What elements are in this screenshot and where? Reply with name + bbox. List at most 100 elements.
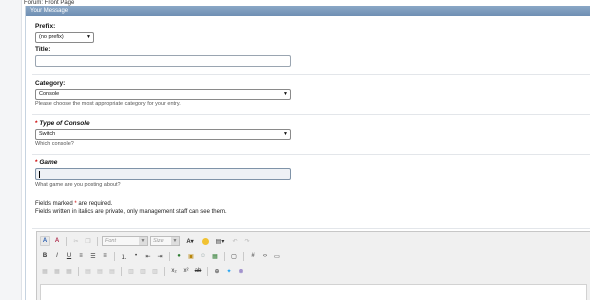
divider bbox=[32, 74, 590, 75]
text-color-icon[interactable]: A▾ bbox=[182, 236, 198, 246]
toolbar-separator bbox=[66, 236, 67, 246]
spoiler-icon[interactable]: ⊕ bbox=[212, 266, 222, 276]
game-label: * Game bbox=[35, 159, 57, 166]
console-type-label: * Type of Console bbox=[35, 120, 90, 127]
note-text: Fields marked bbox=[35, 201, 73, 207]
panel-title: Your Message bbox=[26, 6, 590, 16]
category-select-value: Console bbox=[39, 91, 60, 97]
editor-toolbar-row-3: ▦ ▦ ▦ ▤ ▤ ▤ ▥ ▥ ▥ x₂ x² ab ⊕ ✦ ⊗ bbox=[40, 265, 246, 277]
chevron-down-icon: ▼ bbox=[86, 34, 91, 40]
category-select[interactable]: Console ▼ bbox=[35, 89, 291, 100]
toolbar-icon[interactable]: ▦ bbox=[52, 266, 62, 276]
divider bbox=[32, 154, 590, 155]
toolbar-icon[interactable]: ▥ bbox=[126, 266, 136, 276]
chevron-down-icon: ▼ bbox=[171, 237, 179, 245]
chevron-down-icon: ▼ bbox=[283, 91, 288, 97]
console-type-select[interactable]: Switch ▼ bbox=[35, 129, 291, 140]
divider bbox=[32, 228, 590, 229]
required-star: * bbox=[35, 159, 38, 166]
category-label: Category: bbox=[35, 80, 66, 87]
page: Forum: Front Page Your Message Prefix: (… bbox=[0, 0, 590, 300]
toolbar-separator bbox=[224, 251, 225, 261]
message-panel: Your Message Prefix: (no prefix) ▼ Title… bbox=[25, 6, 590, 300]
console-type-label-text: Type of Console bbox=[39, 120, 90, 127]
console-type-hint: Which console? bbox=[35, 141, 74, 147]
toolbar-separator bbox=[78, 266, 79, 276]
editor-text-area[interactable] bbox=[40, 284, 587, 300]
php-icon[interactable]: ▭ bbox=[272, 251, 282, 261]
cut-icon[interactable]: ✂ bbox=[71, 236, 81, 246]
font-select[interactable]: Font ▼ bbox=[102, 236, 148, 246]
paste-icon[interactable]: ▤▾ bbox=[212, 236, 228, 246]
title-input[interactable] bbox=[35, 55, 291, 67]
divider bbox=[32, 114, 590, 115]
undo-icon[interactable]: ↶ bbox=[230, 236, 240, 246]
smilie-icon[interactable]: ☺ bbox=[198, 251, 208, 261]
toolbar-separator bbox=[114, 251, 115, 261]
align-right-icon[interactable]: ≡ bbox=[100, 251, 110, 261]
prefix-select-value: (no prefix) bbox=[39, 34, 64, 40]
note-text: are required. bbox=[78, 201, 113, 207]
redo-icon[interactable]: ↷ bbox=[242, 236, 252, 246]
subscript-icon[interactable]: x₂ bbox=[169, 266, 179, 276]
toolbar-icon[interactable]: ▤ bbox=[95, 266, 105, 276]
left-sidebar-strip bbox=[0, 0, 22, 300]
private-fields-note: Fields written in italics are private, o… bbox=[35, 209, 227, 215]
editor-toolbar-row-1: A A ✂ ❐ Font ▼ Size ▼ A▾ ▤▾ ↶ ↷ bbox=[40, 235, 252, 247]
toolbar-separator bbox=[121, 266, 122, 276]
category-hint: Please choose the most appropriate categ… bbox=[35, 101, 181, 107]
bold-icon[interactable]: B bbox=[40, 251, 50, 261]
size-select[interactable]: Size ▼ bbox=[150, 236, 180, 246]
rich-text-editor: A A ✂ ❐ Font ▼ Size ▼ A▾ ▤▾ ↶ ↷ B I U ≡ … bbox=[36, 231, 590, 300]
link-icon[interactable]: ● bbox=[174, 251, 184, 261]
game-hint: What game are you posting about? bbox=[35, 182, 121, 188]
align-center-icon[interactable]: ☰ bbox=[88, 251, 98, 261]
required-star: * bbox=[35, 120, 38, 127]
hash-icon[interactable]: # bbox=[248, 251, 258, 261]
toolbar-icon[interactable]: ▥ bbox=[138, 266, 148, 276]
code-icon[interactable]: ‹› bbox=[260, 251, 270, 261]
align-left-icon[interactable]: ≡ bbox=[76, 251, 86, 261]
remove-format-icon[interactable]: A bbox=[52, 236, 62, 246]
toolbar-icon[interactable]: ▥ bbox=[150, 266, 160, 276]
toolbar-separator bbox=[207, 266, 208, 276]
toolbar-separator bbox=[164, 266, 165, 276]
unordered-list-icon[interactable]: • bbox=[131, 251, 141, 261]
outdent-icon[interactable]: ⇤ bbox=[143, 251, 153, 261]
toolbar-separator bbox=[243, 251, 244, 261]
toolbar-icon[interactable]: ▦ bbox=[64, 266, 74, 276]
quote-icon[interactable]: ▢ bbox=[229, 251, 239, 261]
table-icon[interactable]: ▦ bbox=[40, 266, 50, 276]
toolbar-icon[interactable]: ▤ bbox=[107, 266, 117, 276]
toolbar-separator bbox=[169, 251, 170, 261]
size-select-label: Size bbox=[153, 238, 164, 244]
font-select-label: Font bbox=[105, 238, 117, 244]
chevron-down-icon: ▼ bbox=[139, 237, 147, 245]
game-input[interactable] bbox=[35, 168, 291, 180]
toolbar-icon[interactable]: ▤ bbox=[83, 266, 93, 276]
italic-icon[interactable]: I bbox=[52, 251, 62, 261]
attach-icon[interactable]: ⊗ bbox=[236, 266, 246, 276]
toolbar-separator bbox=[97, 236, 98, 246]
switch-mode-icon[interactable]: A bbox=[40, 236, 50, 246]
game-label-text: Game bbox=[39, 159, 58, 166]
editor-toolbar-row-2: B I U ≡ ☰ ≡ ⒈ • ⇤ ⇥ ● ▣ ☺ ▦ ▢ # ‹› ▭ bbox=[40, 250, 282, 262]
indent-icon[interactable]: ⇥ bbox=[155, 251, 165, 261]
ordered-list-icon[interactable]: ⒈ bbox=[119, 251, 129, 261]
strikethrough-icon[interactable]: ab bbox=[193, 266, 203, 276]
highlight-icon[interactable] bbox=[200, 236, 210, 246]
prefix-label: Prefix: bbox=[35, 23, 56, 30]
twitter-icon[interactable]: ✦ bbox=[224, 266, 234, 276]
required-star: * bbox=[74, 201, 77, 207]
video-icon[interactable]: ▦ bbox=[210, 251, 220, 261]
underline-icon[interactable]: U bbox=[64, 251, 74, 261]
copy-icon[interactable]: ❐ bbox=[83, 236, 93, 246]
console-type-select-value: Switch bbox=[39, 131, 56, 137]
title-label: Title: bbox=[35, 46, 51, 53]
chevron-down-icon: ▼ bbox=[283, 131, 288, 137]
superscript-icon[interactable]: x² bbox=[181, 266, 191, 276]
prefix-select[interactable]: (no prefix) ▼ bbox=[35, 32, 94, 43]
required-fields-note: Fields marked * are required. bbox=[35, 200, 112, 208]
image-icon[interactable]: ▣ bbox=[186, 251, 196, 261]
text-caret bbox=[39, 171, 40, 178]
